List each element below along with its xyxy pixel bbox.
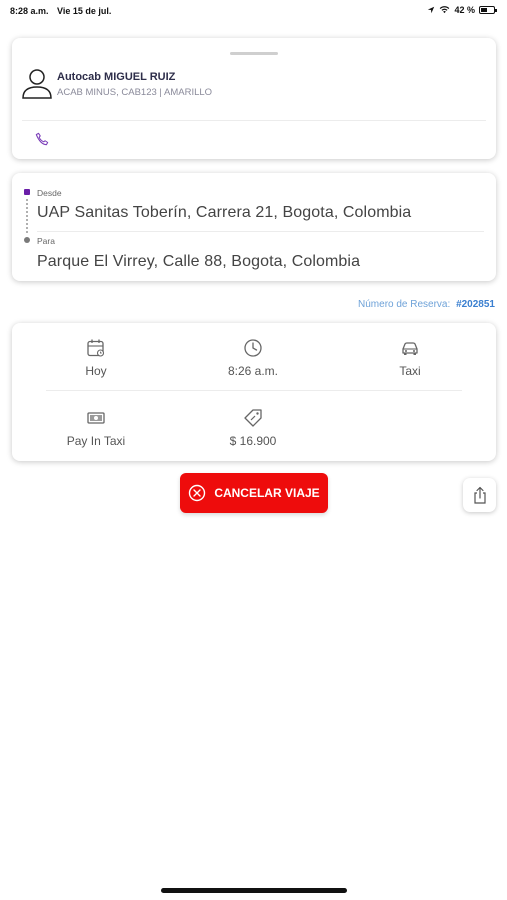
driver-card: Autocab MIGUEL RUIZ ACAB MINUS, CAB123 |… — [12, 38, 496, 159]
destination-address: Parque El Virrey, Calle 88, Bogota, Colo… — [37, 253, 361, 270]
calendar-icon — [87, 339, 105, 357]
detail-time: 8:26 a.m. — [193, 338, 313, 378]
time-value: 8:26 a.m. — [227, 364, 279, 378]
price-tag-icon — [244, 409, 262, 427]
price-value: $ 16.900 — [229, 434, 277, 448]
sheet-grabber[interactable] — [230, 52, 278, 55]
trip-details-card: Hoy 8:26 a.m. Taxi Pay In Taxi $ 16.900 — [12, 323, 496, 461]
driver-name: Autocab MIGUEL RUIZ — [57, 71, 176, 83]
detail-vehicle: Taxi — [350, 338, 470, 378]
wifi-icon — [440, 6, 450, 14]
detail-payment: Pay In Taxi — [36, 408, 156, 448]
home-indicator[interactable] — [161, 888, 347, 893]
route-connector — [26, 199, 28, 233]
date-value: Hoy — [85, 364, 107, 378]
detail-date: Hoy — [36, 338, 156, 378]
user-avatar-icon — [22, 69, 52, 99]
origin-label: Desde — [37, 188, 62, 198]
share-button[interactable] — [463, 478, 496, 512]
cash-icon — [87, 412, 105, 424]
battery-icon — [479, 6, 497, 14]
origin-marker-icon — [24, 189, 30, 195]
payment-value: Pay In Taxi — [66, 434, 126, 448]
status-time: 8:28 a.m. — [10, 6, 49, 16]
reservation-id: #202851 — [456, 299, 495, 310]
vehicle-type-value: Taxi — [399, 364, 421, 378]
origin-address: UAP Sanitas Toberín, Carrera 21, Bogota,… — [37, 204, 412, 221]
vehicle-info: ACAB MINUS, CAB123 | AMARILLO — [57, 87, 213, 98]
cancel-circle-icon — [189, 484, 206, 502]
clock-icon — [244, 339, 262, 357]
detail-price: $ 16.900 — [193, 408, 313, 448]
destination-marker-icon — [24, 237, 30, 243]
location-arrow-icon — [428, 6, 435, 14]
share-icon — [473, 486, 486, 504]
status-bar: 8:28 a.m. Vie 15 de jul. 42 % — [0, 0, 507, 22]
cancel-trip-label: CANCELAR VIAJE — [214, 486, 320, 500]
divider — [37, 231, 484, 232]
status-date: Vie 15 de jul. — [57, 6, 112, 16]
phone-icon[interactable] — [35, 132, 49, 146]
divider — [46, 390, 462, 391]
route-card: Desde UAP Sanitas Toberín, Carrera 21, B… — [12, 173, 496, 281]
reservation-number: Número de Reserva: #202851 — [358, 299, 495, 310]
destination-label: Para — [37, 236, 55, 246]
battery-percentage: 42 % — [454, 5, 475, 15]
reservation-label: Número de Reserva: — [358, 299, 451, 310]
divider — [22, 120, 486, 121]
car-icon — [402, 342, 418, 355]
cancel-trip-button[interactable]: CANCELAR VIAJE — [180, 473, 328, 513]
